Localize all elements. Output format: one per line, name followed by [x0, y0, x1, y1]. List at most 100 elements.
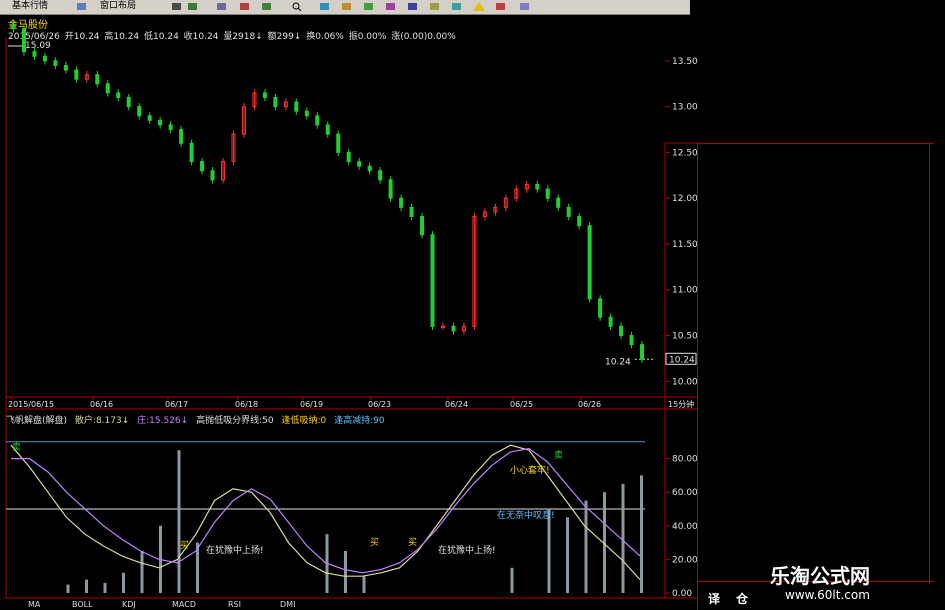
tab-dmi[interactable]: DMI	[280, 600, 295, 609]
indicator-annotation: 卖	[12, 442, 21, 453]
series-line	[10, 444, 641, 581]
toolbar-icon[interactable]	[186, 1, 200, 12]
price-tick-label: 11.00	[672, 286, 698, 296]
tab-rsi[interactable]: RSI	[228, 600, 241, 609]
candle-body	[629, 335, 634, 346]
candle-body	[84, 74, 89, 80]
last-price-label: 10.24	[669, 355, 695, 365]
tab-yi[interactable]: 译	[708, 590, 720, 607]
price-tick-label: 12.50	[672, 148, 698, 158]
candle-body	[461, 325, 466, 332]
volume-bar	[66, 584, 70, 593]
toolbar-icon[interactable]	[428, 1, 442, 12]
candle-body	[409, 206, 414, 218]
volume-bar	[122, 572, 125, 593]
toolbar-icon[interactable]	[260, 1, 274, 12]
candle-body	[147, 115, 152, 121]
quote-volume: 量2918↓	[223, 32, 263, 42]
tab-ma[interactable]: MA	[28, 600, 40, 609]
tab-boll[interactable]: BOLL	[72, 600, 93, 609]
menu-item-2[interactable]: 窗口布局	[100, 1, 136, 12]
candle-body	[262, 92, 267, 99]
candle-body	[566, 206, 571, 218]
candle-body	[378, 170, 383, 181]
volume-bar	[103, 582, 107, 593]
candle-body	[189, 142, 194, 163]
price-tick-label: 12.00	[672, 194, 698, 204]
toolbar-icon[interactable]	[340, 1, 354, 12]
price-tick-label: 10.50	[672, 332, 698, 342]
date-tick-label: 06/17	[165, 400, 188, 409]
indicator-name: 飞帆解盘(解盘)	[6, 416, 68, 426]
candle-body	[472, 216, 477, 327]
date-tick-label: 06/24	[445, 400, 468, 409]
indicator-tick-label: 40.00	[672, 522, 698, 532]
candle-body	[598, 298, 603, 318]
toolbar-icon[interactable]	[318, 1, 332, 12]
volume-bar	[603, 492, 606, 593]
quote-close: 收10.24	[183, 32, 219, 42]
tab-kdj[interactable]: KDJ	[122, 600, 136, 609]
divider	[929, 144, 930, 584]
watermark-url: www.60lt.com	[785, 588, 870, 602]
volume-bar	[325, 534, 329, 593]
candle-body	[304, 110, 309, 117]
quote-date: 2015/06/26	[8, 32, 60, 42]
chart-window: 基本行情 窗口布局 金马股份 2015/06/26 开10.24 高10.24 …	[0, 0, 945, 610]
toolbar-icon[interactable]	[518, 1, 532, 12]
candle-body	[388, 179, 393, 199]
volume-bar	[85, 579, 88, 593]
candle-body	[32, 51, 37, 57]
candle-body	[514, 188, 519, 199]
toolbar-icon[interactable]	[170, 1, 184, 12]
indicator-tick-label: 0.00	[672, 589, 692, 599]
candle-body	[430, 234, 435, 327]
candle-body	[200, 161, 205, 172]
zoom-icon[interactable]	[290, 1, 304, 12]
toolbar-icon[interactable]	[75, 1, 89, 12]
menu-item-1[interactable]: 基本行情	[12, 1, 48, 12]
toolbar-icon[interactable]	[362, 1, 376, 12]
tab-cang[interactable]: 仓	[736, 590, 748, 607]
date-tick-label: 06/16	[90, 400, 113, 409]
toolbar-icon[interactable]	[215, 1, 229, 12]
volume-bar	[196, 542, 199, 593]
toolbar-icon[interactable]	[238, 1, 252, 12]
indicator-annotation: 卖	[554, 450, 563, 461]
candle-body	[346, 151, 351, 163]
timeframe-label: 15分钟	[668, 399, 694, 409]
candle-body	[252, 92, 257, 108]
candle-body	[336, 133, 341, 153]
candle-body	[273, 97, 278, 108]
tab-macd[interactable]: MACD	[172, 600, 196, 609]
candle-body	[482, 211, 487, 218]
right-panel	[697, 143, 934, 610]
quote-open: 开10.24	[64, 32, 100, 42]
candle-body	[137, 106, 142, 117]
date-tick-label: 06/23	[368, 400, 391, 409]
candle-body	[105, 83, 110, 94]
toolbar-icon[interactable]	[384, 1, 398, 12]
toolbar-icon[interactable]	[406, 1, 420, 12]
indicator-annotation: 在犹豫中上扬!	[206, 544, 264, 556]
candle-body	[357, 161, 362, 167]
max-price-label: 15.09	[25, 41, 51, 51]
volume-bar	[159, 525, 162, 593]
last-price-box	[665, 352, 697, 365]
indicator-tick-label: 60.00	[672, 488, 698, 498]
warning-icon[interactable]	[472, 1, 486, 12]
candle-body	[524, 183, 529, 190]
date-tick-label: 06/25	[510, 400, 533, 409]
candle-body	[587, 225, 592, 300]
price-tick-label: 11.50	[672, 240, 698, 250]
quote-amplitude: 振0.00%	[348, 32, 387, 42]
toolbar-icon[interactable]	[494, 1, 508, 12]
candle-body	[116, 92, 121, 99]
candle-body	[420, 216, 425, 236]
candle-body	[294, 101, 299, 112]
toolbar-icon[interactable]	[450, 1, 464, 12]
candle-body	[545, 188, 550, 199]
watermark-title: 乐淘公式网	[770, 564, 870, 588]
price-tick-label: 10.00	[672, 377, 698, 387]
candle-body	[493, 206, 498, 213]
